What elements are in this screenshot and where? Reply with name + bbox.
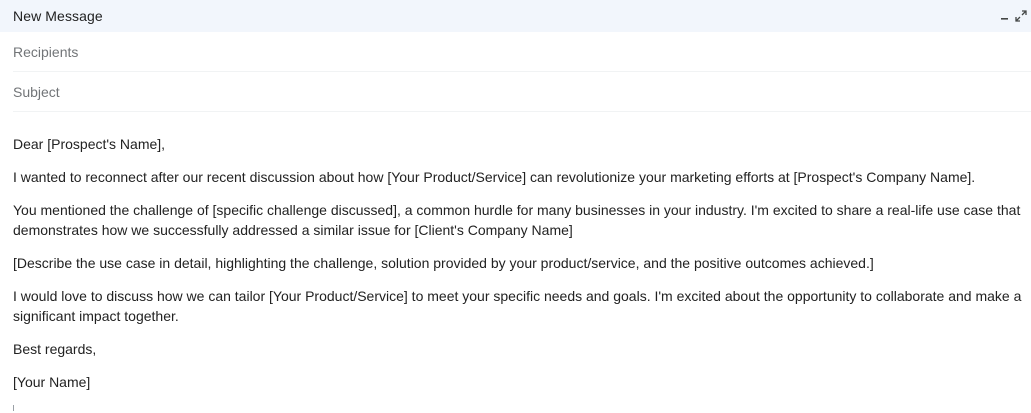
window-controls	[997, 0, 1031, 32]
expand-button[interactable]	[1013, 6, 1029, 26]
text-cursor	[13, 405, 14, 411]
recipients-row	[13, 32, 1031, 72]
body-paragraph-1: I wanted to reconnect after our recent d…	[13, 169, 976, 185]
body-paragraph-4: I would love to discuss how we can tailo…	[13, 288, 1022, 324]
compose-title: New Message	[13, 8, 103, 24]
expand-diagonal-icon	[1015, 10, 1027, 22]
compose-window: New Message Dear [Prospect's Name], I wa…	[0, 0, 1031, 413]
subject-input[interactable]	[13, 83, 1031, 100]
minimize-icon	[1001, 18, 1008, 20]
minimize-button[interactable]	[997, 6, 1013, 26]
body-paragraph-3: [Describe the use case in detail, highli…	[13, 255, 874, 271]
compose-title-bar[interactable]: New Message	[0, 0, 1031, 32]
message-body[interactable]: Dear [Prospect's Name], I wanted to reco…	[0, 112, 1031, 392]
body-greeting: Dear [Prospect's Name],	[13, 136, 166, 152]
subject-row	[13, 72, 1031, 112]
body-paragraph-2: You mentioned the challenge of [specific…	[13, 202, 1021, 238]
body-closing: Best regards,	[13, 341, 97, 357]
body-signature: [Your Name]	[13, 374, 91, 390]
recipients-input[interactable]	[13, 43, 1031, 60]
